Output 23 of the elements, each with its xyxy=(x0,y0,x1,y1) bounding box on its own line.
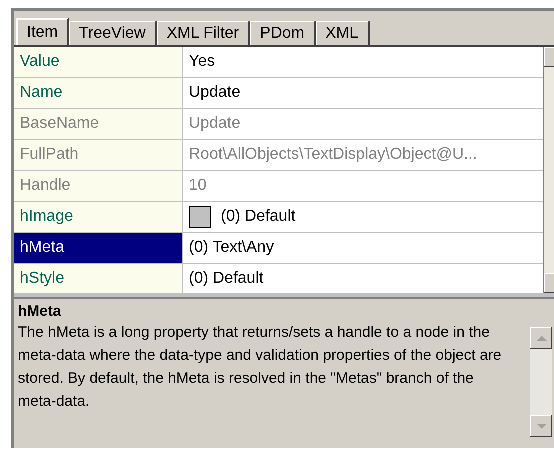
property-name[interactable]: hStyle xyxy=(14,264,183,294)
property-value: (0) Text\Any xyxy=(189,238,274,258)
property-value: 10 xyxy=(189,176,207,196)
property-name[interactable]: Name xyxy=(14,78,183,108)
tab[interactable]: PDom xyxy=(250,21,316,45)
property-name[interactable]: hMeta xyxy=(14,233,183,263)
description-title: hMeta xyxy=(18,303,62,321)
property-value: Root\AllObjects\TextDisplay\Object@U... xyxy=(189,145,478,165)
property-value: (0) Default xyxy=(189,269,264,289)
tab[interactable]: XML xyxy=(316,21,370,45)
property-name[interactable]: hImage xyxy=(14,202,183,232)
tab[interactable]: XML Filter xyxy=(156,21,250,45)
scroll-down-icon[interactable] xyxy=(530,415,552,437)
tab[interactable]: TreeView xyxy=(69,21,157,45)
property-name[interactable]: Value xyxy=(14,47,183,77)
color-swatch xyxy=(189,206,211,228)
scroll-up-icon[interactable] xyxy=(530,327,552,349)
property-value: Update xyxy=(189,83,241,103)
description-text: The hMeta is a long property that returns/sets a handle to a node in the meta-data where the data-type and validation properties of the object are stored. By default, the hMeta is resolved in the "Metas" branch of the meta-data. xyxy=(18,323,503,412)
property-value: (0) Default xyxy=(221,207,296,227)
property-value: Update xyxy=(189,114,241,134)
tab[interactable]: Item xyxy=(16,18,70,45)
property-value: Yes xyxy=(189,52,216,72)
